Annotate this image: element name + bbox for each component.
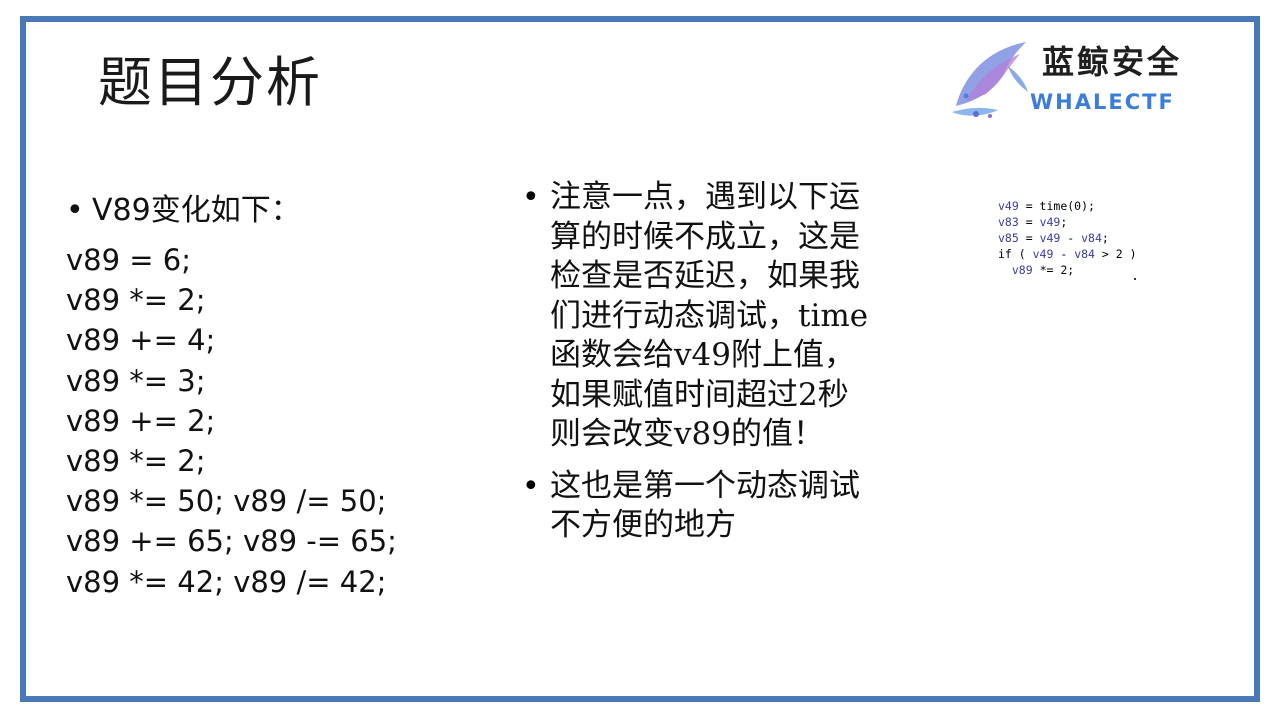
code-line: v89 += 4; [66, 323, 216, 358]
code-line: v89 *= 2; [66, 444, 206, 479]
slide-title: 题目分析 [98, 51, 322, 114]
logo-name-en: WHALECTF [1030, 90, 1175, 114]
snippet-line: v85 = v49 - v84; [998, 231, 1109, 245]
whalectf-logo: 蓝鲸安全 WHALECTF [946, 36, 1236, 120]
whale-logo-icon [952, 42, 1028, 118]
code-line: v89 *= 3; [66, 363, 206, 398]
code-line: v89 = 6; [66, 243, 192, 277]
snippet-line: v89 *= 2; [1011, 263, 1075, 277]
left-column: • V89变化如下： v89 = 6; v89 *= 2; v89 += 4; v… [66, 192, 486, 602]
snippet-line: v49 = time(0); [998, 199, 1095, 213]
bullet-dot: • [522, 468, 540, 504]
code-line: v89 += 2; [66, 403, 216, 438]
snippet-line: if ( v49 - v84 > 2 ) [998, 247, 1137, 261]
bullet-dot: • [522, 180, 540, 215]
code-line: v89 *= 2; [66, 283, 206, 318]
left-heading: • V89变化如下： [66, 192, 486, 230]
note-bullet: • 这也是第一个动态调试 不方便的地方 [522, 467, 932, 546]
note-bullet: • 注意一点，遇到以下运 算的时候不成立，这是 检查是否延迟，如果我 们进行动态… [522, 178, 932, 455]
note-bullet-text: 这也是第一个动态调试 不方便的地方 [550, 467, 860, 544]
snippet-line: v83 = v49; [998, 215, 1068, 229]
note-bullet-text: 注意一点，遇到以下运 算的时候不成立，这是 检查是否延迟，如果我 们进行动态调试… [550, 179, 869, 452]
code-line: v89 *= 42; v89 /= 42; [66, 564, 387, 599]
bullet-dot: • [66, 193, 84, 228]
left-heading-text: V89变化如下： [92, 193, 301, 228]
logo-name-cn: 蓝鲸安全 [1042, 43, 1183, 81]
code-line: v89 *= 50; v89 /= 50; [66, 484, 387, 519]
snippet-cursor-dot [1134, 278, 1136, 280]
code-line: v89 += 65; v89 -= 65; [66, 524, 397, 559]
code-snippet: v49 = time(0); v83 = v49; v85 = v49 - v8… [998, 198, 1137, 278]
middle-column: • 注意一点，遇到以下运 算的时候不成立，这是 检查是否延迟，如果我 们进行动态… [522, 178, 932, 558]
v89-code-list: v89 = 6; v89 *= 2; v89 += 4; v89 *= 3; v… [66, 240, 486, 602]
